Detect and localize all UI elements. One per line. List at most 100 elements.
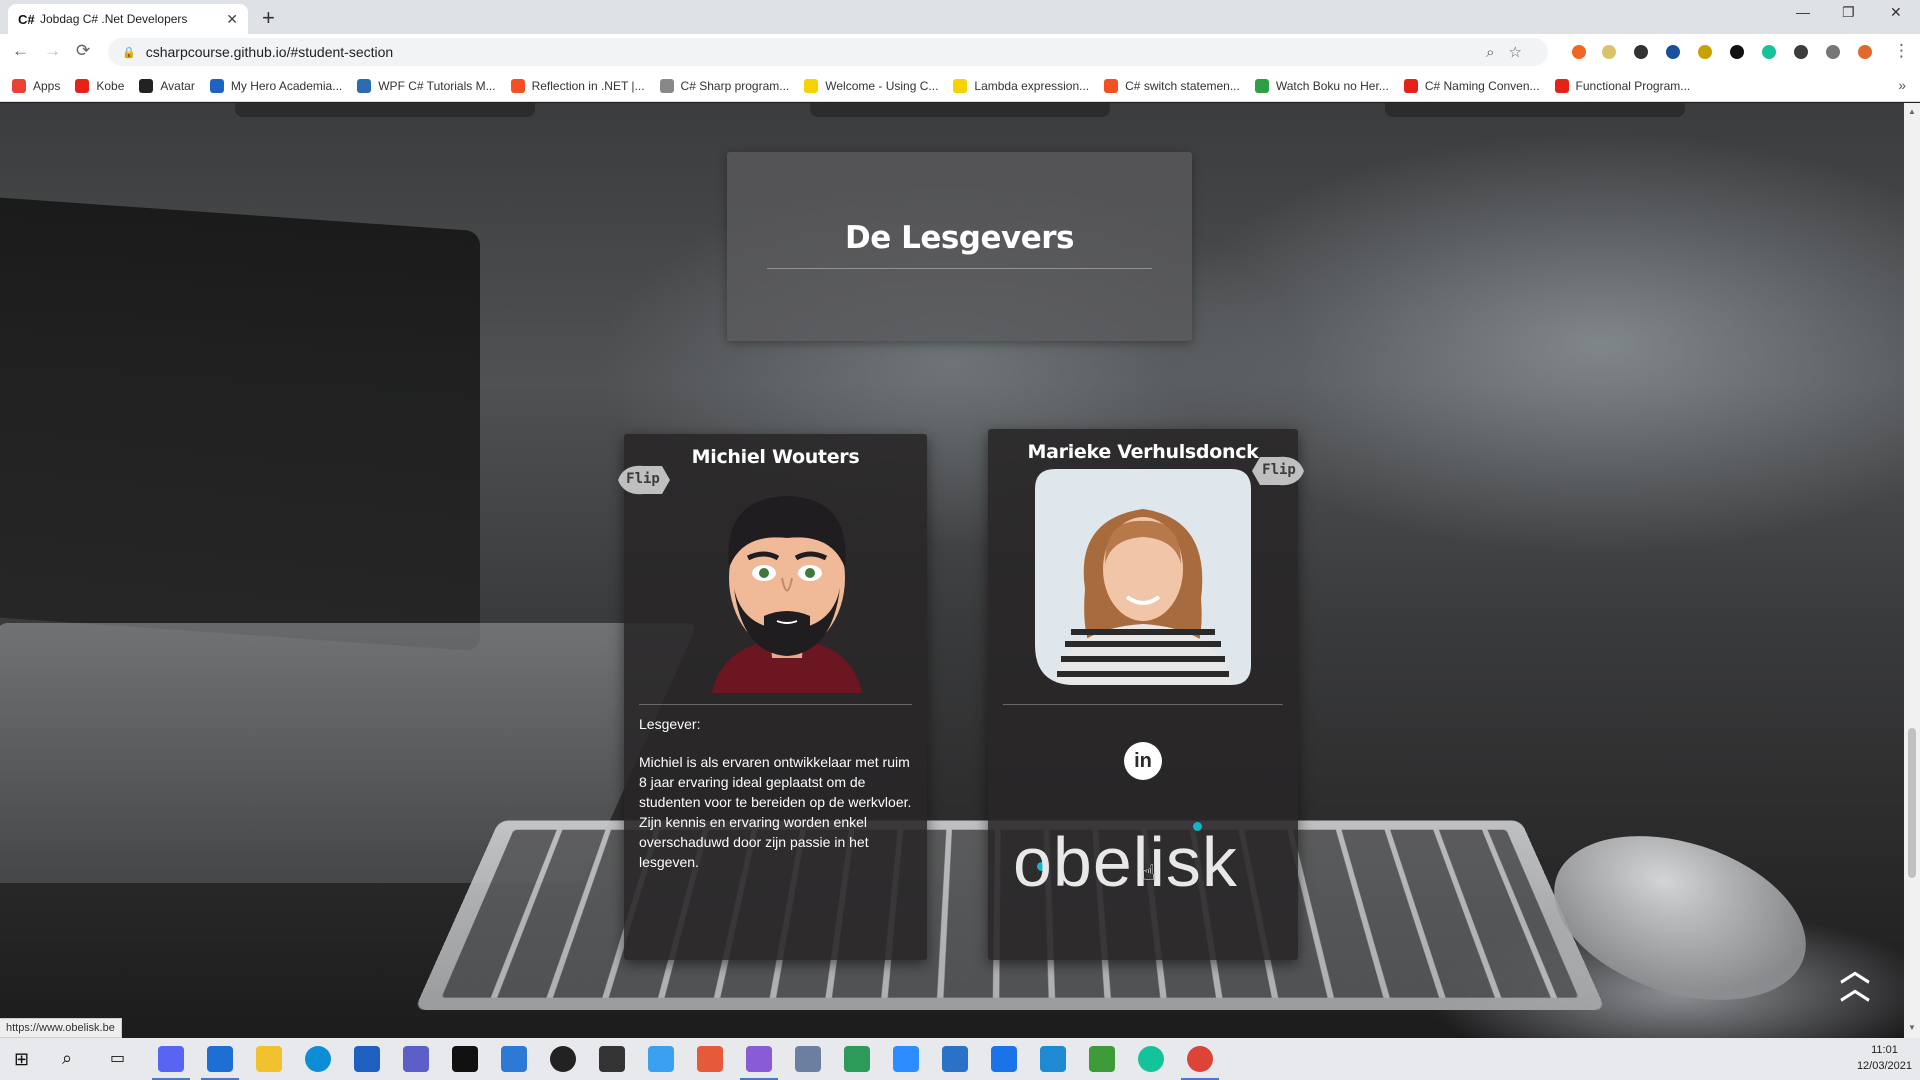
file-explorer-icon[interactable]: [256, 1046, 282, 1072]
app-icon[interactable]: [648, 1046, 674, 1072]
site-icon: [953, 79, 967, 93]
site-icon: [357, 79, 371, 93]
bookmark-label: Avatar: [160, 79, 194, 93]
bookmark-label: C# Naming Conven...: [1425, 79, 1540, 93]
puzzle-icon[interactable]: [1826, 45, 1840, 59]
address-text: csharpcourse.github.io/#student-section: [146, 44, 393, 60]
site-icon: [1255, 79, 1269, 93]
bookmark-item[interactable]: Functional Program...: [1555, 79, 1691, 93]
address-bar[interactable]: 🔒 csharpcourse.github.io/#student-sectio…: [108, 38, 1548, 66]
bookmark-item[interactable]: C# switch statemen...: [1104, 79, 1240, 93]
apps-grid-icon: [12, 79, 26, 93]
minimize-button[interactable]: —: [1796, 4, 1810, 20]
close-tab-icon[interactable]: ✕: [226, 11, 238, 28]
profile-avatar[interactable]: [1858, 45, 1872, 59]
browser-tab[interactable]: C# Jobdag C# .Net Developers ✕: [8, 4, 248, 34]
scroll-down-arrow-icon[interactable]: ▼: [1908, 1023, 1916, 1032]
app-icon[interactable]: [697, 1046, 723, 1072]
new-tab-button[interactable]: +: [262, 5, 275, 31]
w3resource-icon: [660, 79, 674, 93]
extension-icon[interactable]: [1666, 45, 1680, 59]
teams-icon[interactable]: [403, 1046, 429, 1072]
extension-icon[interactable]: [1730, 45, 1744, 59]
mail-icon[interactable]: [354, 1046, 380, 1072]
chevron-right-icon[interactable]: »: [1898, 77, 1906, 93]
back-button[interactable]: ←: [12, 41, 29, 61]
visual-studio-icon[interactable]: [746, 1046, 772, 1072]
chrome-icon[interactable]: [1187, 1046, 1213, 1072]
browser-toolbar: ← → ⟳ 🔒 csharpcourse.github.io/#student-…: [0, 34, 1920, 70]
bookmark-item[interactable]: Kobe: [75, 79, 124, 93]
reload-button[interactable]: ⟳: [76, 41, 90, 61]
windows-taskbar: ⊞ ⌕ ▭ 11:01 12/03/2021: [0, 1038, 1920, 1080]
clock-date: 12/03/2021: [1857, 1058, 1912, 1074]
bookmark-item[interactable]: Avatar: [139, 79, 194, 93]
page-scrollbar[interactable]: ▲ ▼: [1904, 103, 1920, 1038]
bookmark-item[interactable]: Watch Boku no Her...: [1255, 79, 1389, 93]
grammarly-extension-icon[interactable]: [1762, 45, 1776, 59]
extension-icon[interactable]: [1634, 45, 1648, 59]
extension-icon[interactable]: [1602, 45, 1616, 59]
system-clock[interactable]: 11:01 12/03/2021: [1857, 1042, 1912, 1074]
app-icon[interactable]: [795, 1046, 821, 1072]
youtube-icon: [1555, 79, 1569, 93]
obelisk-logo: obelisk: [1013, 822, 1238, 902]
menu-kebab-icon[interactable]: ⋮: [1893, 41, 1910, 61]
instructor-bio: Michiel is als ervaren ontwikkelaar met …: [639, 752, 914, 872]
grammarly-icon[interactable]: [1138, 1046, 1164, 1072]
linkedin-icon[interactable]: in: [1124, 742, 1162, 780]
app-icon[interactable]: [501, 1046, 527, 1072]
zoom-and-star-icons[interactable]: ⌕☆: [1486, 43, 1536, 61]
instructor-role: Lesgever:: [639, 716, 700, 732]
extension-icon[interactable]: [1794, 45, 1808, 59]
app-icon[interactable]: [844, 1046, 870, 1072]
discord-icon[interactable]: [158, 1046, 184, 1072]
obelisk-logo-link[interactable]: obelisk: [1013, 814, 1273, 904]
scrollbar-thumb[interactable]: [1908, 728, 1916, 878]
app-icon[interactable]: [207, 1046, 233, 1072]
app-icon[interactable]: [991, 1046, 1017, 1072]
scroll-up-arrow-icon[interactable]: ▲: [1908, 107, 1916, 116]
task-view-icon[interactable]: ▭: [110, 1048, 125, 1068]
extension-icon[interactable]: [1698, 45, 1712, 59]
edge-icon[interactable]: [305, 1046, 331, 1072]
instructor-card-michiel[interactable]: Michiel Wouters Flip Lesgever: Michiel i: [624, 434, 927, 960]
previous-card-edge: [1385, 103, 1685, 117]
app-icon[interactable]: [599, 1046, 625, 1072]
netflix-icon[interactable]: [452, 1046, 478, 1072]
app-icon[interactable]: [942, 1046, 968, 1072]
close-window-button[interactable]: ✕: [1890, 4, 1902, 21]
bookmark-label: My Hero Academia...: [231, 79, 342, 93]
vscode-icon[interactable]: [1040, 1046, 1066, 1072]
youtube-icon: [1404, 79, 1418, 93]
restore-button[interactable]: ❐: [1842, 4, 1855, 21]
michiel-avatar: [702, 478, 872, 693]
heading-divider: [767, 268, 1152, 269]
bookmark-item[interactable]: Reflection in .NET |...: [511, 79, 645, 93]
section-heading-panel: De Lesgevers: [727, 152, 1192, 341]
flip-button[interactable]: Flip: [614, 460, 672, 500]
extension-icon[interactable]: [1572, 45, 1586, 59]
bookmark-item[interactable]: Apps: [12, 79, 60, 93]
forward-button[interactable]: →: [44, 41, 61, 61]
search-icon[interactable]: ⌕: [62, 1048, 72, 1069]
bookmark-item[interactable]: C# Sharp program...: [660, 79, 790, 93]
windows-start-icon[interactable]: ⊞: [14, 1049, 29, 1070]
bookmark-label: WPF C# Tutorials M...: [378, 79, 495, 93]
bookmark-item[interactable]: My Hero Academia...: [210, 79, 342, 93]
bookmark-item[interactable]: Lambda expression...: [953, 79, 1089, 93]
flip-label: Flip: [614, 471, 672, 487]
student-section: De Lesgevers Michiel Wouters Flip Lesgev…: [0, 103, 1904, 1038]
app-icon[interactable]: [1089, 1046, 1115, 1072]
clock-time: 11:01: [1857, 1042, 1912, 1058]
flip-button[interactable]: Flip: [1250, 451, 1308, 491]
card-divider: [1003, 704, 1283, 705]
bookmark-item[interactable]: Welcome - Using C...: [804, 79, 938, 93]
app-icon[interactable]: [550, 1046, 576, 1072]
youtube-icon: [75, 79, 89, 93]
link-status-bar: https://www.obelisk.be: [0, 1018, 122, 1038]
bookmark-item[interactable]: C# Naming Conven...: [1404, 79, 1540, 93]
back-to-top-button[interactable]: ︿ ︿: [1840, 963, 1870, 999]
zoom-icon[interactable]: [893, 1046, 919, 1072]
bookmark-item[interactable]: WPF C# Tutorials M...: [357, 79, 495, 93]
